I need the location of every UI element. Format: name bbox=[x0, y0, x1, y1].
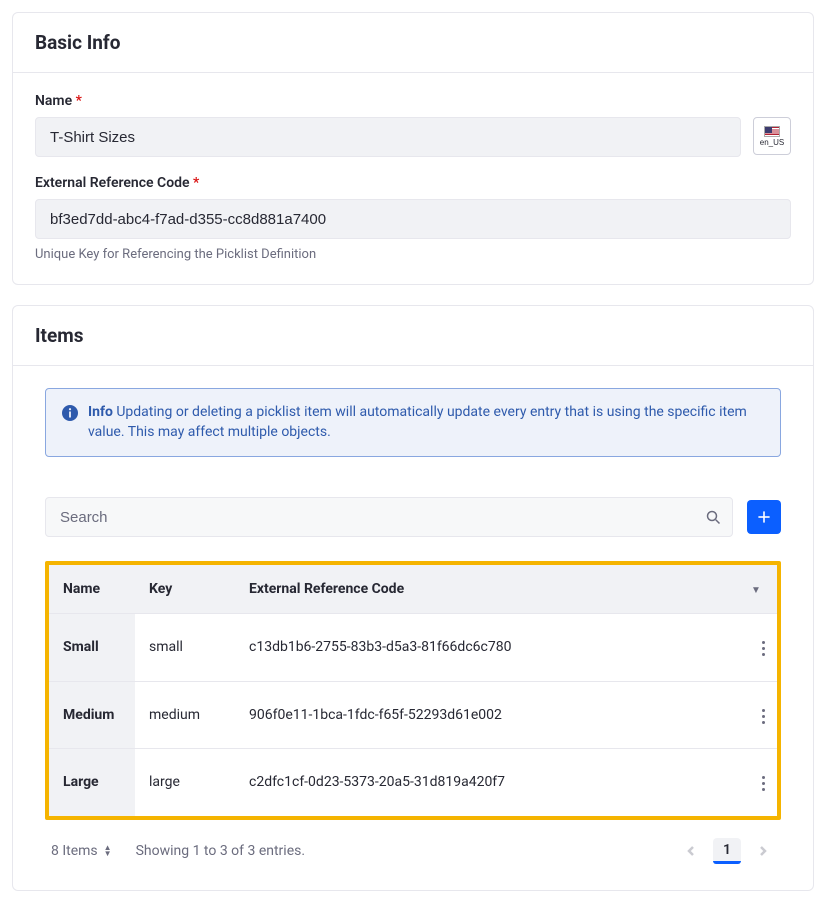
items-body: Info Updating or deleting a picklist ite… bbox=[13, 366, 813, 890]
items-title: Items bbox=[35, 324, 791, 347]
row-name: Small bbox=[49, 614, 135, 682]
name-input[interactable] bbox=[35, 117, 741, 157]
items-per-page-dropdown[interactable]: 8 Items ▲▼ bbox=[51, 843, 112, 859]
items-count-text: 8 Items bbox=[51, 843, 98, 859]
us-flag-icon bbox=[764, 126, 780, 137]
col-header-key[interactable]: Key bbox=[135, 565, 235, 614]
search-input[interactable] bbox=[45, 497, 733, 537]
row-erc: c2dfc1cf-0d23-5373-20a5-31d819a420f7 bbox=[235, 749, 735, 816]
row-actions-menu[interactable] bbox=[749, 702, 777, 730]
col-header-name[interactable]: Name bbox=[49, 565, 135, 614]
items-card: Items Info Updating or deleting a pickli… bbox=[12, 305, 814, 891]
col-header-erc[interactable]: External Reference Code bbox=[235, 565, 735, 614]
items-table: Name Key External Reference Code ▼ Small… bbox=[49, 565, 777, 816]
basic-info-header: Basic Info bbox=[13, 13, 813, 73]
kebab-dot-icon bbox=[762, 709, 765, 712]
pagination: 8 Items ▲▼ Showing 1 to 3 of 3 entries. … bbox=[45, 834, 781, 868]
add-item-button[interactable] bbox=[747, 500, 781, 534]
table-row[interactable]: Medium medium 906f0e11-1bca-1fdc-f65f-52… bbox=[49, 681, 777, 749]
basic-info-card: Basic Info Name * en_US External Referen… bbox=[12, 12, 814, 285]
kebab-dot-icon bbox=[762, 641, 765, 644]
row-actions-menu[interactable] bbox=[749, 635, 777, 663]
row-key: large bbox=[135, 749, 235, 816]
next-page-button[interactable] bbox=[751, 839, 775, 863]
locale-button[interactable]: en_US bbox=[753, 117, 791, 155]
basic-info-title: Basic Info bbox=[35, 31, 791, 54]
erc-help-text: Unique Key for Referencing the Picklist … bbox=[35, 247, 791, 262]
prev-page-button[interactable] bbox=[679, 839, 703, 863]
required-asterisk-icon: * bbox=[193, 175, 199, 191]
erc-label: External Reference Code * bbox=[35, 175, 199, 191]
caret-down-icon: ▼ bbox=[751, 585, 761, 596]
table-row[interactable]: Large large c2dfc1cf-0d23-5373-20a5-31d8… bbox=[49, 749, 777, 816]
plus-icon bbox=[756, 509, 772, 525]
info-alert: Info Updating or deleting a picklist ite… bbox=[45, 388, 781, 457]
erc-label-text: External Reference Code bbox=[35, 175, 190, 191]
required-asterisk-icon: * bbox=[76, 93, 82, 109]
table-highlight-frame: Name Key External Reference Code ▼ Small… bbox=[45, 561, 781, 820]
info-prefix: Info bbox=[88, 404, 113, 420]
chevron-right-icon bbox=[758, 846, 768, 856]
info-alert-text: Info Updating or deleting a picklist ite… bbox=[88, 403, 764, 442]
search-icon bbox=[706, 510, 721, 525]
basic-info-body: Name * en_US External Reference Code * U… bbox=[13, 73, 813, 284]
row-name: Medium bbox=[49, 681, 135, 749]
search-wrap bbox=[45, 497, 733, 537]
row-key: small bbox=[135, 614, 235, 682]
locale-code-text: en_US bbox=[760, 138, 784, 147]
row-actions-menu[interactable] bbox=[749, 770, 777, 798]
search-button[interactable] bbox=[699, 503, 727, 531]
name-label: Name * bbox=[35, 93, 82, 109]
row-name: Large bbox=[49, 749, 135, 816]
name-field-group: Name * en_US bbox=[35, 93, 791, 157]
row-key: medium bbox=[135, 681, 235, 749]
showing-entries-text: Showing 1 to 3 of 3 entries. bbox=[136, 843, 305, 859]
row-erc: c13db1b6-2755-83b3-d5a3-81f66dc6c780 bbox=[235, 614, 735, 682]
items-toolbar bbox=[45, 497, 781, 537]
kebab-dot-icon bbox=[762, 776, 765, 779]
chevron-left-icon bbox=[686, 846, 696, 856]
col-header-actions[interactable]: ▼ bbox=[735, 565, 777, 614]
row-erc: 906f0e11-1bca-1fdc-f65f-52293d61e002 bbox=[235, 681, 735, 749]
info-text: Updating or deleting a picklist item wil… bbox=[88, 404, 747, 440]
info-icon bbox=[62, 405, 78, 421]
table-row[interactable]: Small small c13db1b6-2755-83b3-d5a3-81f6… bbox=[49, 614, 777, 682]
items-header: Items bbox=[13, 306, 813, 366]
erc-field-group: External Reference Code * Unique Key for… bbox=[35, 175, 791, 262]
page-number[interactable]: 1 bbox=[713, 838, 741, 864]
name-label-text: Name bbox=[35, 93, 72, 109]
updown-caret-icon: ▲▼ bbox=[104, 845, 112, 857]
erc-input[interactable] bbox=[35, 199, 791, 239]
